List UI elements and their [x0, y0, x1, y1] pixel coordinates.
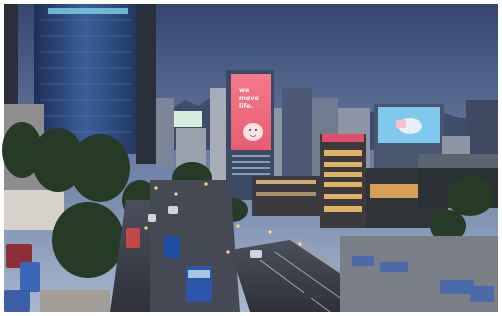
- billboard-text-line-2: move: [239, 94, 259, 102]
- building: [210, 88, 228, 184]
- lit-building: [320, 134, 366, 228]
- city-photo: we move life.: [0, 0, 502, 316]
- sidewalk: [40, 290, 110, 312]
- station-roof: [418, 154, 498, 168]
- building: [466, 100, 498, 160]
- dark-tower: [136, 4, 156, 164]
- building: [282, 88, 312, 176]
- billboard-text-line-3: life.: [239, 102, 253, 110]
- building: [4, 190, 64, 230]
- billboard-text-line-1: we: [239, 86, 250, 94]
- small-billboard: [174, 111, 202, 127]
- billboard-character: [243, 123, 263, 141]
- building: [156, 98, 174, 168]
